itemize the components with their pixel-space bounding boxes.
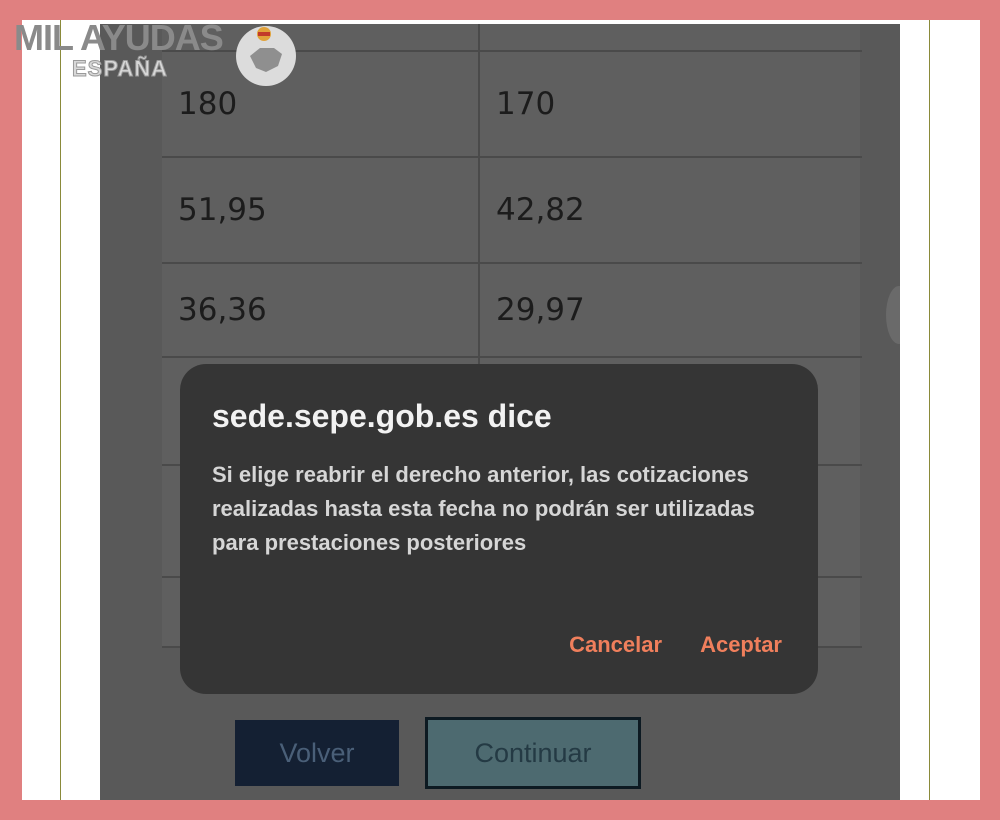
back-button[interactable]: Volver bbox=[235, 720, 399, 786]
right-guide-line bbox=[929, 20, 930, 800]
table-row: 36,36 29,97 bbox=[162, 264, 862, 358]
table-cell: 42,82 bbox=[480, 158, 860, 262]
left-guide-line bbox=[60, 20, 61, 800]
logo-text: MIL AYUDAS bbox=[14, 17, 224, 58]
site-logo: MIL AYUDAS ESPAÑA bbox=[14, 18, 304, 92]
phone-screen: 180 170 51,95 42,82 36,36 29,97 Volver C… bbox=[100, 24, 900, 800]
alert-dialog: sede.sepe.gob.es dice Si elige reabrir e… bbox=[180, 364, 818, 694]
scroll-handle[interactable] bbox=[886, 286, 900, 344]
table-cell: 36,36 bbox=[162, 264, 480, 356]
table-row: 51,95 42,82 bbox=[162, 158, 862, 264]
continue-button[interactable]: Continuar bbox=[425, 717, 641, 789]
table-cell: 51,95 bbox=[162, 158, 480, 262]
dialog-actions: Cancelar Aceptar bbox=[569, 632, 782, 658]
page-frame: 180 170 51,95 42,82 36,36 29,97 Volver C… bbox=[22, 20, 980, 800]
globe-icon bbox=[236, 26, 296, 86]
dialog-title: sede.sepe.gob.es dice bbox=[212, 398, 552, 434]
table-cell bbox=[480, 24, 860, 50]
table-cell: 29,97 bbox=[480, 264, 860, 356]
dialog-message: Si elige reabrir el derecho anterior, la… bbox=[212, 462, 755, 555]
cancel-button[interactable]: Cancelar bbox=[569, 632, 662, 658]
table-cell: 170 bbox=[480, 52, 860, 156]
logo-subtext: ESPAÑA bbox=[71, 56, 169, 82]
accept-button[interactable]: Aceptar bbox=[700, 632, 782, 658]
